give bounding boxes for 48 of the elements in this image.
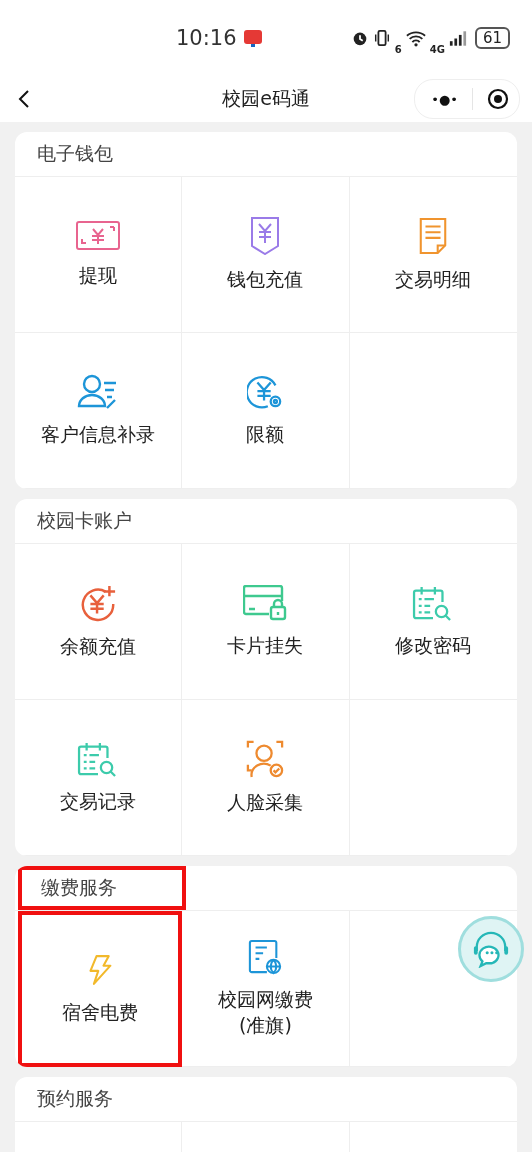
service-label: 钱包充值 — [227, 266, 304, 292]
service-item[interactable]: 客户信息补录 — [15, 333, 183, 489]
service-label: 人脸采集 — [227, 789, 304, 815]
yuan-gear-icon — [247, 373, 284, 410]
service-item[interactable]: 修改密码 — [349, 544, 517, 700]
service-label: 卡片挂失 — [227, 632, 304, 658]
page-title: 校园e码通 — [222, 86, 310, 111]
vibrate-icon — [372, 29, 391, 47]
network-label: 4G — [429, 43, 445, 55]
section-title: 预约服务 — [36, 1086, 114, 1111]
service-item[interactable]: 交易明细 — [349, 177, 517, 333]
status-time: 10:16 — [176, 26, 237, 50]
notification-icon — [242, 28, 263, 48]
face-scan-icon — [246, 739, 285, 778]
service-label: 宿舍电费 — [62, 1000, 139, 1026]
service-item[interactable]: 校园网缴费 (准旗) — [182, 911, 350, 1067]
document-globe-icon — [248, 938, 283, 975]
card-lock-icon — [243, 584, 288, 621]
service-item[interactable]: 宿舍电费 — [18, 911, 183, 1067]
back-icon[interactable] — [18, 89, 30, 109]
service-item[interactable]: 提现 — [15, 177, 183, 333]
wifi-label: 6 — [394, 43, 402, 55]
service-label: 校园网缴费 (准旗) — [218, 986, 313, 1038]
signal-icon — [448, 29, 467, 47]
banknote-icon — [76, 220, 121, 251]
service-item[interactable]: 卡片挂失 — [182, 544, 350, 700]
service-label: 余额充值 — [60, 633, 137, 659]
wifi-icon — [405, 29, 426, 47]
more-button[interactable]: •●• — [431, 91, 458, 107]
yuan-badge-icon — [250, 216, 281, 255]
service-label: 修改密码 — [395, 632, 472, 658]
headset-chat-icon — [472, 930, 510, 968]
section-title: 电子钱包 — [36, 141, 114, 166]
service-label: 交易记录 — [60, 788, 137, 814]
service-label: 客户信息补录 — [41, 421, 156, 447]
close-icon[interactable] — [487, 88, 509, 110]
service-item[interactable]: 钱包充值 — [182, 177, 350, 333]
service-item[interactable]: 限额 — [182, 333, 350, 489]
service-item[interactable]: 余额充值 — [15, 544, 183, 700]
service-item[interactable]: 交易记录 — [15, 700, 183, 856]
section-title: 校园卡账户 — [36, 508, 133, 533]
service-label: 交易明细 — [395, 266, 472, 292]
section-title: 缴费服务 — [18, 866, 186, 910]
service-label: 限额 — [246, 421, 285, 447]
battery-indicator: 61 — [474, 27, 510, 49]
service-label: 提现 — [79, 262, 118, 288]
yuan-plus-icon — [79, 583, 118, 622]
service-item[interactable]: 人脸采集 — [182, 700, 350, 856]
